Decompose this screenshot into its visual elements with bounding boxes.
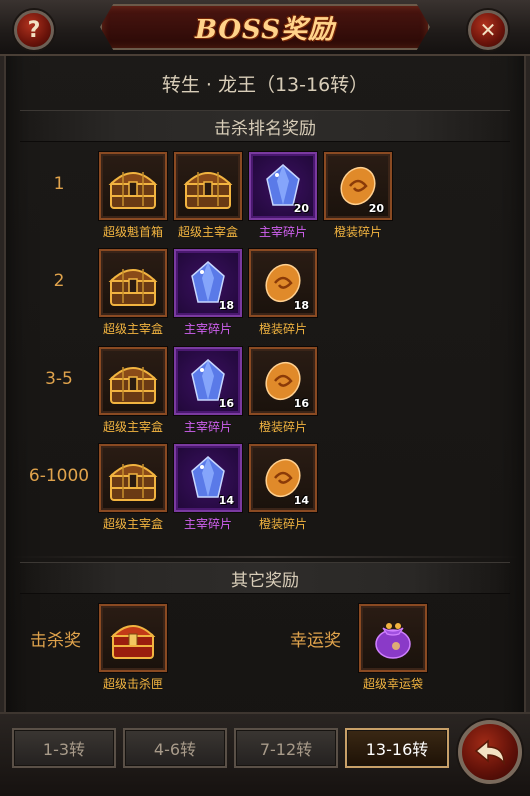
rank-label: 6-1000	[28, 466, 90, 486]
treasure-chest-icon	[105, 257, 161, 309]
rank-row: 6-1000 超级主宰盒 14 主宰碎片 14 橙装碎片	[0, 444, 530, 536]
item-slot[interactable]	[359, 604, 427, 672]
item-slot[interactable]: 16	[249, 347, 317, 415]
tab-4-6[interactable]: 4-6转	[123, 728, 227, 768]
item-slot[interactable]	[99, 444, 167, 512]
item-name: 超级击杀匣	[102, 677, 163, 691]
rank-row: 2 超级主宰盒 18 主宰碎片 18 橙装碎片	[0, 249, 530, 341]
rank-label: 2	[53, 271, 65, 291]
reward-item[interactable]: 14 橙装碎片	[249, 444, 317, 532]
rank-row: 3-5 超级主宰盒 16 主宰碎片 16 橙装碎片	[0, 347, 530, 439]
reward-item[interactable]: 超级主宰盒	[99, 444, 167, 532]
tab-1-3[interactable]: 1-3转	[12, 728, 116, 768]
item-name: 橙装碎片	[258, 322, 307, 336]
item-count: 16	[293, 397, 309, 410]
item-slot[interactable]: 16	[174, 347, 242, 415]
tab-13-16[interactable]: 13-16转	[345, 728, 449, 768]
kill-reward-label: 击杀奖	[30, 631, 81, 651]
item-count: 18	[293, 299, 309, 312]
reward-item[interactable]: 超级主宰盒	[174, 152, 242, 240]
lucky-reward-item[interactable]: 超级幸运袋	[359, 604, 427, 692]
reward-item[interactable]: 14 主宰碎片	[174, 444, 242, 532]
kill-reward-item[interactable]: 超级击杀匣	[99, 604, 167, 692]
item-name: 橙装碎片	[258, 517, 307, 531]
rank-label: 1	[53, 174, 65, 194]
reward-item[interactable]: 20 橙装碎片	[324, 152, 392, 240]
treasure-chest-icon	[105, 452, 161, 504]
close-button[interactable]: ✕	[468, 10, 508, 50]
tab-label: 1-3转	[42, 740, 86, 759]
reward-item[interactable]: 超级主宰盒	[99, 249, 167, 337]
item-slot[interactable]	[99, 347, 167, 415]
tab-label: 7-12转	[259, 740, 313, 759]
other-rewards-section-header: 其它奖励	[20, 562, 510, 594]
treasure-chest-icon	[105, 355, 161, 407]
item-slot[interactable]	[174, 152, 242, 220]
reward-item[interactable]: 超级魁首箱	[99, 152, 167, 240]
item-count: 20	[368, 202, 384, 215]
item-slot[interactable]	[99, 152, 167, 220]
item-slot[interactable]: 14	[249, 444, 317, 512]
treasure-chest-icon	[105, 160, 161, 212]
section-title: 击杀排名奖励	[214, 118, 316, 139]
reward-item[interactable]: 超级主宰盒	[99, 347, 167, 435]
section-title: 其它奖励	[231, 570, 299, 591]
item-slot[interactable]	[99, 604, 167, 672]
item-count: 14	[293, 494, 309, 507]
treasure-chest-icon	[180, 160, 236, 212]
stage-subtitle: 转生 · 龙王（13-16转）	[161, 74, 369, 96]
close-icon: ✕	[479, 18, 497, 42]
item-name: 橙装碎片	[333, 225, 382, 239]
tab-label: 4-6转	[153, 740, 197, 759]
kill-rank-section-header: 击杀排名奖励	[20, 110, 510, 142]
item-slot[interactable]: 18	[249, 249, 317, 317]
item-name: 超级幸运袋	[362, 677, 423, 691]
tab-7-12[interactable]: 7-12转	[234, 728, 338, 768]
reward-item[interactable]: 16 主宰碎片	[174, 347, 242, 435]
window-title: BOSS奖励	[194, 14, 336, 45]
item-count: 14	[218, 494, 234, 507]
item-slot[interactable]	[99, 249, 167, 317]
back-arrow-icon	[474, 739, 505, 766]
reward-item[interactable]: 18 橙装碎片	[249, 249, 317, 337]
reward-item[interactable]: 18 主宰碎片	[174, 249, 242, 337]
red-chest-icon	[110, 625, 156, 659]
reward-item[interactable]: 20 主宰碎片	[249, 152, 317, 240]
rank-row: 1 超级魁首箱 超级主宰盒 20 主宰碎片 20 橙装碎片	[0, 152, 530, 244]
item-slot[interactable]: 18	[174, 249, 242, 317]
item-count: 20	[293, 202, 309, 215]
help-button[interactable]: ?	[14, 10, 54, 50]
item-slot[interactable]: 20	[324, 152, 392, 220]
purple-bag-icon	[375, 623, 411, 659]
item-slot[interactable]: 14	[174, 444, 242, 512]
question-icon: ?	[27, 17, 41, 43]
item-count: 16	[218, 397, 234, 410]
rank-label: 3-5	[45, 369, 73, 389]
tab-label: 13-16转	[365, 740, 429, 759]
lucky-reward-label: 幸运奖	[290, 631, 341, 651]
item-name: 橙装碎片	[258, 420, 307, 434]
divider	[10, 556, 520, 558]
item-count: 18	[218, 299, 234, 312]
back-button[interactable]	[458, 720, 522, 784]
reward-item[interactable]: 16 橙装碎片	[249, 347, 317, 435]
item-slot[interactable]: 20	[249, 152, 317, 220]
